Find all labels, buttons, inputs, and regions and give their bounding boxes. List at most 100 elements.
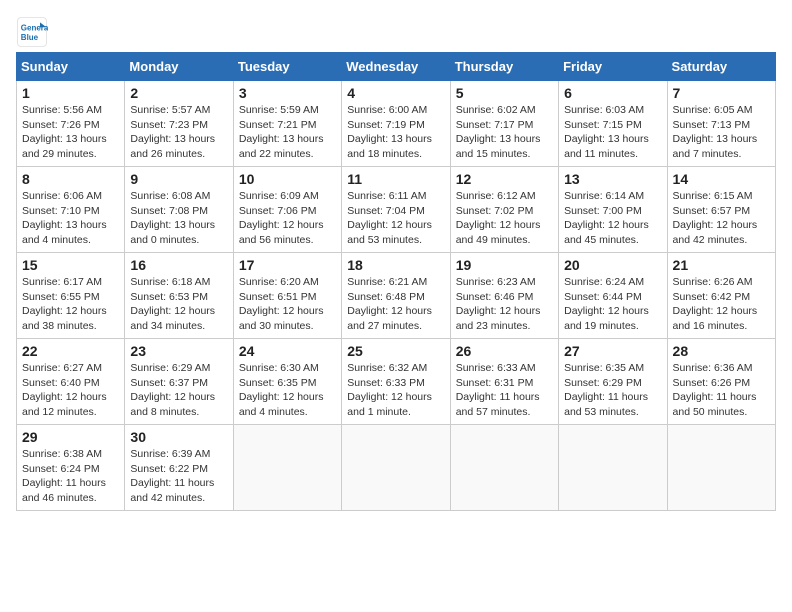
- day-number: 15: [22, 257, 119, 273]
- day-info: Sunrise: 6:27 AM Sunset: 6:40 PM Dayligh…: [22, 361, 119, 420]
- day-info: Sunrise: 6:18 AM Sunset: 6:53 PM Dayligh…: [130, 275, 227, 334]
- day-info: Sunrise: 6:24 AM Sunset: 6:44 PM Dayligh…: [564, 275, 661, 334]
- calendar-cell: 18 Sunrise: 6:21 AM Sunset: 6:48 PM Dayl…: [342, 253, 450, 339]
- calendar-cell: 23 Sunrise: 6:29 AM Sunset: 6:37 PM Dayl…: [125, 339, 233, 425]
- day-number: 6: [564, 85, 661, 101]
- day-info: Sunrise: 6:30 AM Sunset: 6:35 PM Dayligh…: [239, 361, 336, 420]
- day-info: Sunrise: 6:33 AM Sunset: 6:31 PM Dayligh…: [456, 361, 553, 420]
- day-number: 23: [130, 343, 227, 359]
- calendar-cell: 20 Sunrise: 6:24 AM Sunset: 6:44 PM Dayl…: [559, 253, 667, 339]
- calendar-cell: 6 Sunrise: 6:03 AM Sunset: 7:15 PM Dayli…: [559, 81, 667, 167]
- day-info: Sunrise: 6:05 AM Sunset: 7:13 PM Dayligh…: [673, 103, 770, 162]
- day-number: 21: [673, 257, 770, 273]
- day-number: 27: [564, 343, 661, 359]
- day-number: 25: [347, 343, 444, 359]
- day-info: Sunrise: 6:12 AM Sunset: 7:02 PM Dayligh…: [456, 189, 553, 248]
- calendar-cell: 19 Sunrise: 6:23 AM Sunset: 6:46 PM Dayl…: [450, 253, 558, 339]
- day-number: 14: [673, 171, 770, 187]
- day-number: 30: [130, 429, 227, 445]
- calendar-cell: 11 Sunrise: 6:11 AM Sunset: 7:04 PM Dayl…: [342, 167, 450, 253]
- calendar-cell: 16 Sunrise: 6:18 AM Sunset: 6:53 PM Dayl…: [125, 253, 233, 339]
- calendar-cell: 14 Sunrise: 6:15 AM Sunset: 6:57 PM Dayl…: [667, 167, 775, 253]
- logo-icon: General Blue: [16, 16, 48, 48]
- day-info: Sunrise: 6:26 AM Sunset: 6:42 PM Dayligh…: [673, 275, 770, 334]
- column-header-saturday: Saturday: [667, 53, 775, 81]
- calendar-cell: 28 Sunrise: 6:36 AM Sunset: 6:26 PM Dayl…: [667, 339, 775, 425]
- calendar-cell: 10 Sunrise: 6:09 AM Sunset: 7:06 PM Dayl…: [233, 167, 341, 253]
- day-number: 1: [22, 85, 119, 101]
- day-info: Sunrise: 6:08 AM Sunset: 7:08 PM Dayligh…: [130, 189, 227, 248]
- day-info: Sunrise: 6:00 AM Sunset: 7:19 PM Dayligh…: [347, 103, 444, 162]
- day-number: 17: [239, 257, 336, 273]
- calendar-cell: 2 Sunrise: 5:57 AM Sunset: 7:23 PM Dayli…: [125, 81, 233, 167]
- column-header-tuesday: Tuesday: [233, 53, 341, 81]
- day-number: 20: [564, 257, 661, 273]
- calendar-cell: 5 Sunrise: 6:02 AM Sunset: 7:17 PM Dayli…: [450, 81, 558, 167]
- day-info: Sunrise: 6:21 AM Sunset: 6:48 PM Dayligh…: [347, 275, 444, 334]
- week-row-3: 15 Sunrise: 6:17 AM Sunset: 6:55 PM Dayl…: [17, 253, 776, 339]
- day-number: 26: [456, 343, 553, 359]
- day-number: 29: [22, 429, 119, 445]
- day-number: 7: [673, 85, 770, 101]
- day-info: Sunrise: 6:32 AM Sunset: 6:33 PM Dayligh…: [347, 361, 444, 420]
- day-info: Sunrise: 6:35 AM Sunset: 6:29 PM Dayligh…: [564, 361, 661, 420]
- week-row-5: 29 Sunrise: 6:38 AM Sunset: 6:24 PM Dayl…: [17, 425, 776, 511]
- day-info: Sunrise: 5:59 AM Sunset: 7:21 PM Dayligh…: [239, 103, 336, 162]
- calendar-cell: 9 Sunrise: 6:08 AM Sunset: 7:08 PM Dayli…: [125, 167, 233, 253]
- day-number: 22: [22, 343, 119, 359]
- calendar-cell: 3 Sunrise: 5:59 AM Sunset: 7:21 PM Dayli…: [233, 81, 341, 167]
- column-header-thursday: Thursday: [450, 53, 558, 81]
- calendar-cell: 30 Sunrise: 6:39 AM Sunset: 6:22 PM Dayl…: [125, 425, 233, 511]
- day-info: Sunrise: 6:38 AM Sunset: 6:24 PM Dayligh…: [22, 447, 119, 506]
- calendar-cell: 4 Sunrise: 6:00 AM Sunset: 7:19 PM Dayli…: [342, 81, 450, 167]
- calendar-cell: 27 Sunrise: 6:35 AM Sunset: 6:29 PM Dayl…: [559, 339, 667, 425]
- day-info: Sunrise: 6:03 AM Sunset: 7:15 PM Dayligh…: [564, 103, 661, 162]
- calendar-cell: [233, 425, 341, 511]
- day-number: 16: [130, 257, 227, 273]
- day-info: Sunrise: 6:02 AM Sunset: 7:17 PM Dayligh…: [456, 103, 553, 162]
- calendar-cell: [559, 425, 667, 511]
- week-row-4: 22 Sunrise: 6:27 AM Sunset: 6:40 PM Dayl…: [17, 339, 776, 425]
- day-number: 11: [347, 171, 444, 187]
- day-number: 12: [456, 171, 553, 187]
- day-number: 28: [673, 343, 770, 359]
- day-info: Sunrise: 6:20 AM Sunset: 6:51 PM Dayligh…: [239, 275, 336, 334]
- column-header-friday: Friday: [559, 53, 667, 81]
- header: General Blue: [16, 16, 776, 48]
- calendar-cell: 21 Sunrise: 6:26 AM Sunset: 6:42 PM Dayl…: [667, 253, 775, 339]
- calendar-cell: 12 Sunrise: 6:12 AM Sunset: 7:02 PM Dayl…: [450, 167, 558, 253]
- calendar-cell: [450, 425, 558, 511]
- day-number: 18: [347, 257, 444, 273]
- column-header-wednesday: Wednesday: [342, 53, 450, 81]
- day-number: 3: [239, 85, 336, 101]
- day-number: 4: [347, 85, 444, 101]
- day-info: Sunrise: 6:23 AM Sunset: 6:46 PM Dayligh…: [456, 275, 553, 334]
- day-number: 10: [239, 171, 336, 187]
- logo: General Blue: [16, 16, 52, 48]
- week-row-1: 1 Sunrise: 5:56 AM Sunset: 7:26 PM Dayli…: [17, 81, 776, 167]
- svg-text:Blue: Blue: [21, 33, 39, 42]
- calendar-cell: 13 Sunrise: 6:14 AM Sunset: 7:00 PM Dayl…: [559, 167, 667, 253]
- day-number: 2: [130, 85, 227, 101]
- calendar-cell: 26 Sunrise: 6:33 AM Sunset: 6:31 PM Dayl…: [450, 339, 558, 425]
- calendar-cell: 24 Sunrise: 6:30 AM Sunset: 6:35 PM Dayl…: [233, 339, 341, 425]
- calendar-cell: 29 Sunrise: 6:38 AM Sunset: 6:24 PM Dayl…: [17, 425, 125, 511]
- calendar-cell: 1 Sunrise: 5:56 AM Sunset: 7:26 PM Dayli…: [17, 81, 125, 167]
- svg-text:General: General: [21, 23, 48, 32]
- calendar-cell: [667, 425, 775, 511]
- day-info: Sunrise: 6:09 AM Sunset: 7:06 PM Dayligh…: [239, 189, 336, 248]
- day-info: Sunrise: 5:57 AM Sunset: 7:23 PM Dayligh…: [130, 103, 227, 162]
- column-header-monday: Monday: [125, 53, 233, 81]
- day-info: Sunrise: 6:06 AM Sunset: 7:10 PM Dayligh…: [22, 189, 119, 248]
- calendar-cell: 8 Sunrise: 6:06 AM Sunset: 7:10 PM Dayli…: [17, 167, 125, 253]
- column-header-sunday: Sunday: [17, 53, 125, 81]
- day-number: 5: [456, 85, 553, 101]
- day-info: Sunrise: 6:39 AM Sunset: 6:22 PM Dayligh…: [130, 447, 227, 506]
- calendar-table: SundayMondayTuesdayWednesdayThursdayFrid…: [16, 52, 776, 511]
- day-number: 13: [564, 171, 661, 187]
- calendar-cell: 7 Sunrise: 6:05 AM Sunset: 7:13 PM Dayli…: [667, 81, 775, 167]
- day-info: Sunrise: 5:56 AM Sunset: 7:26 PM Dayligh…: [22, 103, 119, 162]
- day-number: 24: [239, 343, 336, 359]
- day-number: 8: [22, 171, 119, 187]
- day-info: Sunrise: 6:29 AM Sunset: 6:37 PM Dayligh…: [130, 361, 227, 420]
